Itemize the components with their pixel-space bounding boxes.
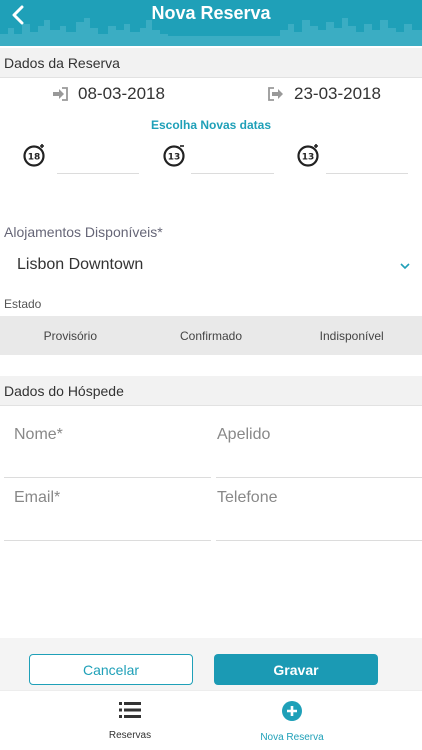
accommodation-selected-value: Lisbon Downtown	[17, 256, 144, 273]
age-13-minus-icon: 13	[163, 145, 185, 167]
checkout-date-value: 23-03-2018	[294, 84, 381, 103]
date-row: 08-03-2018 23-03-2018	[0, 84, 422, 108]
last-name-field[interactable]: Apelido	[216, 416, 422, 478]
teens-input-underline	[326, 173, 408, 174]
accommodation-label: Alojamentos Disponíveis*	[4, 224, 163, 240]
children-13-minus-field[interactable]: 13	[162, 142, 277, 174]
sign-out-icon	[268, 87, 283, 101]
svg-text:18: 18	[28, 153, 41, 163]
sign-in-icon	[53, 87, 68, 101]
children-input-underline	[191, 173, 274, 174]
app-header: Nova Reserva	[0, 0, 422, 46]
last-name-label: Apelido	[217, 426, 271, 443]
choose-new-dates-link[interactable]: Escolha Novas datas	[0, 118, 422, 132]
status-label: Estado	[4, 297, 42, 311]
status-option-unavailable[interactable]: Indisponível	[281, 316, 422, 355]
first-name-field[interactable]: Nome*	[4, 416, 211, 478]
chevron-down-icon	[400, 263, 410, 270]
svg-text:13: 13	[302, 153, 315, 163]
checkout-date[interactable]: 23-03-2018	[268, 84, 381, 104]
svg-text:13: 13	[168, 153, 181, 163]
status-segmented-control: Provisório Confirmado Indisponível	[0, 316, 422, 355]
email-underline	[4, 540, 211, 541]
email-field[interactable]: Email*	[4, 479, 211, 541]
last-name-underline	[216, 477, 422, 478]
first-name-underline	[4, 477, 211, 478]
tab-new-reservation[interactable]: Nova Reserva	[212, 701, 372, 743]
email-label: Email*	[14, 489, 61, 506]
save-button[interactable]: Gravar	[214, 654, 378, 685]
checkin-date[interactable]: 08-03-2018	[52, 84, 165, 104]
list-icon	[119, 702, 141, 718]
page-title: Nova Reserva	[151, 3, 271, 23]
tab-new-reservation-label: Nova Reserva	[260, 732, 324, 743]
accommodation-select[interactable]: Lisbon Downtown	[0, 256, 422, 280]
phone-underline	[216, 540, 422, 541]
adults-18-plus-field[interactable]: 18	[22, 142, 142, 174]
guest-section-header: Dados do Hóspede	[0, 376, 422, 406]
plus-circle-icon	[282, 701, 302, 721]
checkin-date-value: 08-03-2018	[78, 84, 165, 103]
teens-13-plus-field[interactable]: 13	[296, 142, 411, 174]
status-option-provisional[interactable]: Provisório	[0, 316, 141, 355]
form-actions: Cancelar Gravar	[0, 638, 422, 690]
adults-input-underline	[57, 173, 139, 174]
age-13-plus-icon: 13	[297, 144, 319, 167]
reservation-section-header: Dados da Reserva	[0, 48, 422, 78]
tab-reservations-label: Reservas	[108, 730, 152, 741]
age-18-plus-icon: 18	[23, 144, 45, 167]
first-name-label: Nome*	[14, 426, 63, 443]
status-option-confirmed[interactable]: Confirmado	[141, 316, 282, 355]
tab-reservations[interactable]: Reservas	[50, 701, 210, 741]
phone-label: Telefone	[217, 489, 278, 506]
phone-field[interactable]: Telefone	[216, 479, 422, 541]
bottom-tab-bar: Reservas Nova Reserva	[0, 690, 422, 750]
cancel-button[interactable]: Cancelar	[29, 654, 193, 685]
